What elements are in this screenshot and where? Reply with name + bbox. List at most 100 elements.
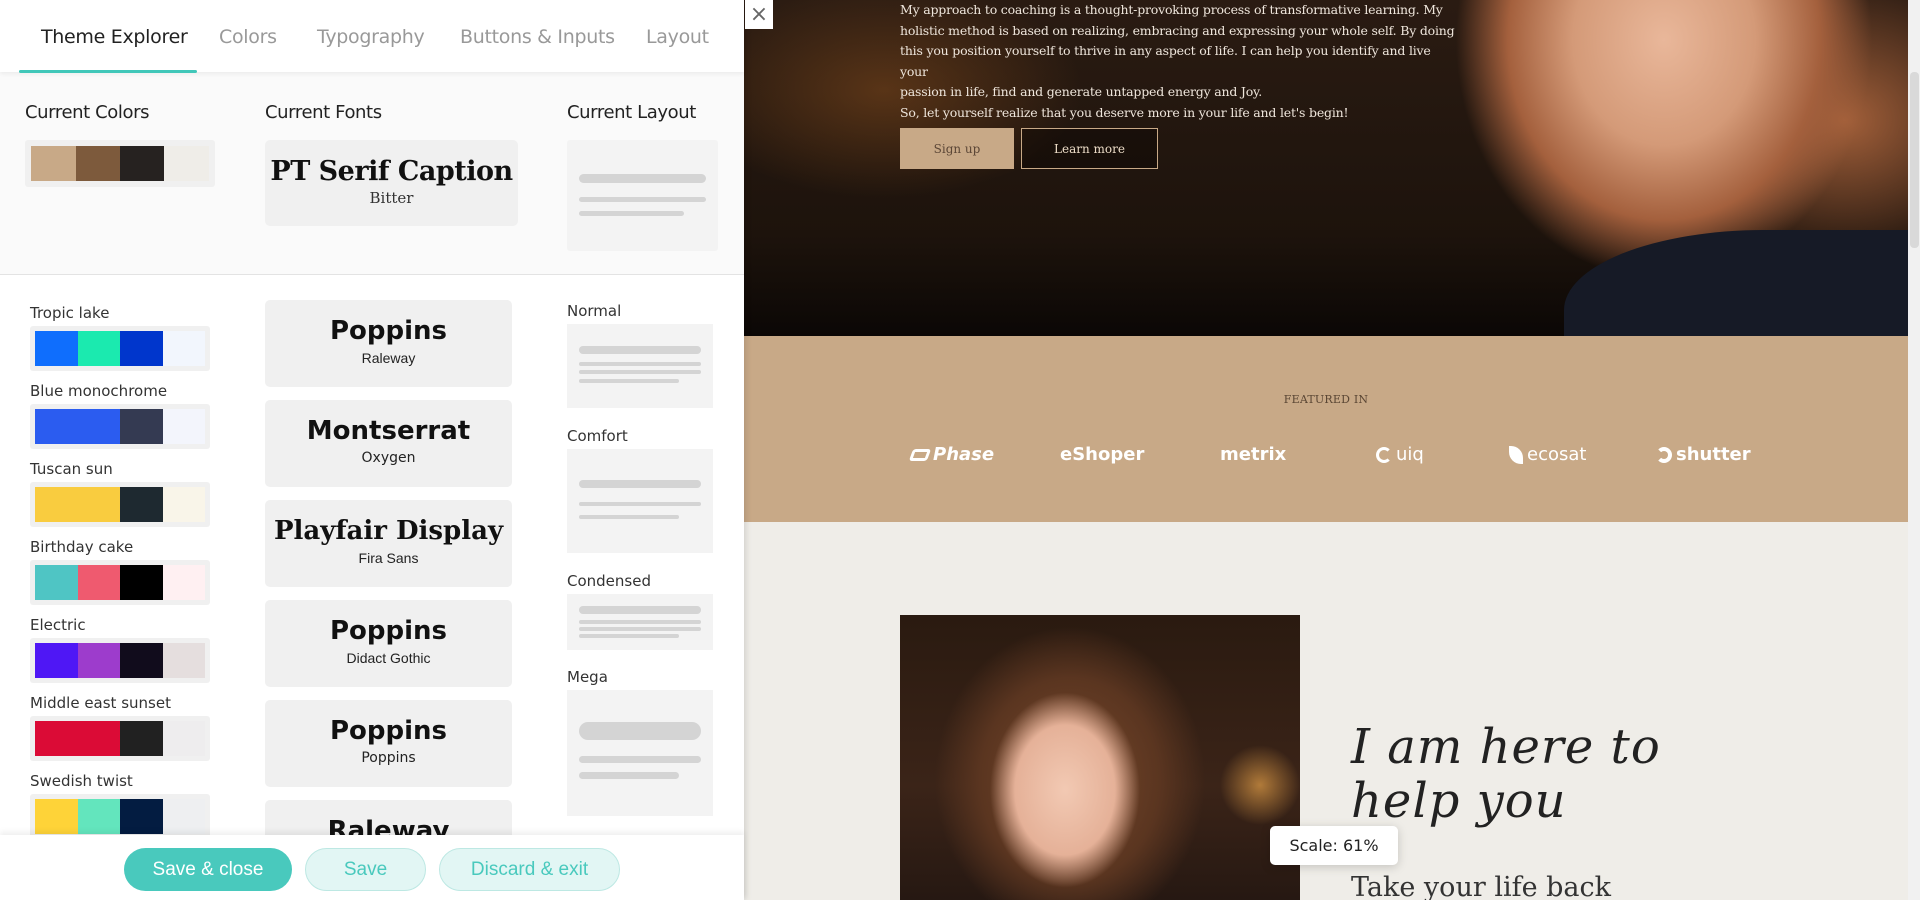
shutter-logo-icon	[1656, 446, 1672, 463]
layout-option-preview	[567, 449, 713, 553]
current-color-swatch	[164, 146, 209, 181]
color-swatch	[35, 409, 78, 444]
logo-eshoper: eShoper	[1060, 444, 1144, 465]
tab-theme-explorer[interactable]: Theme Explorer	[41, 26, 188, 48]
color-swatch	[77, 331, 120, 366]
layout-option-preview	[567, 324, 713, 408]
learn-more-button[interactable]: Learn more	[1021, 128, 1158, 169]
heading-font-name: Poppins	[329, 316, 448, 346]
font-pair-option[interactable]: Poppins Didact Gothic	[265, 600, 512, 687]
subheadline: Take your life back	[1351, 872, 1612, 900]
tab-bar: Theme Explorer Colors Typography Buttons…	[0, 0, 744, 73]
color-swatch	[35, 643, 78, 678]
theme-options-list[interactable]: Tropic lake Blue monochrome Tuscan sun Birt…	[0, 275, 744, 835]
font-pair-option[interactable]: Playfair Display Fira Sans	[265, 500, 512, 587]
scale-indicator: Scale: 61%	[1270, 826, 1398, 865]
layout-option-condensed[interactable]: Condensed	[567, 572, 713, 650]
palette-option[interactable]: Middle east sunset	[30, 692, 210, 761]
current-colors-palette[interactable]	[25, 140, 215, 187]
palette-option[interactable]: Swedish twist	[30, 770, 210, 835]
logo-phase: Phase	[908, 444, 995, 465]
body-font-name: Fira Sans	[358, 550, 419, 566]
palette-name: Blue monochrome	[30, 382, 168, 400]
palette-swatches	[30, 638, 210, 683]
logo-ecosat: ecosat	[1509, 444, 1586, 465]
color-swatch	[77, 643, 120, 678]
current-fonts-title: Current Fonts	[265, 102, 382, 123]
tab-buttons-inputs[interactable]: Buttons & Inputs	[460, 26, 615, 48]
layout-option-comfort[interactable]: Comfort	[567, 427, 713, 553]
palette-swatches	[30, 560, 210, 605]
save-button[interactable]: Save	[305, 848, 426, 891]
site-preview[interactable]: My approach to coaching is a thought-pro…	[744, 0, 1908, 900]
layout-option-label: Normal	[567, 302, 622, 320]
layout-option-label: Comfort	[567, 427, 628, 445]
color-swatch	[162, 409, 205, 444]
leaf-icon	[1509, 445, 1523, 464]
palette-swatches	[30, 404, 210, 449]
color-swatch	[120, 409, 163, 444]
hero-paragraph-line: So, let yourself realize that you deserv…	[900, 104, 1349, 120]
current-fonts-card[interactable]: PT Serif Caption Bitter	[265, 140, 518, 226]
scrollbar-thumb[interactable]	[1910, 72, 1919, 248]
palette-option[interactable]: Birthday cake	[30, 536, 210, 605]
palette-swatches	[30, 716, 210, 761]
heading-font-name: Raleway	[327, 816, 450, 835]
layout-option-normal[interactable]: Normal	[567, 302, 713, 408]
logo-metrix: metrix	[1220, 444, 1286, 465]
color-swatch	[35, 721, 78, 756]
save-and-close-button[interactable]: Save & close	[124, 848, 292, 891]
current-color-swatch	[76, 146, 120, 181]
phase-logo-icon	[908, 448, 932, 461]
palette-name: Middle east sunset	[30, 694, 171, 712]
quiq-logo-icon	[1376, 446, 1392, 463]
theme-panel: Theme Explorer Colors Typography Buttons…	[0, 0, 744, 900]
body-font-name: Oxygen	[361, 450, 416, 466]
tab-layout[interactable]: Layout	[646, 26, 709, 48]
sign-up-button[interactable]: Sign up	[900, 128, 1014, 169]
palette-swatches	[30, 482, 210, 527]
featured-in-section: FEATURED IN Phase eShoper metrix uiq eco…	[744, 336, 1908, 522]
script-headline: I am here to help you	[1351, 719, 1661, 829]
palette-option[interactable]: Blue monochrome	[30, 380, 210, 449]
body-font-name: Raleway	[361, 350, 416, 366]
palette-option[interactable]: Tuscan sun	[30, 458, 210, 527]
close-icon[interactable]: ×	[745, 0, 773, 29]
color-swatch	[162, 331, 205, 366]
font-pair-option[interactable]: Poppins Raleway	[265, 300, 512, 387]
palette-swatches	[30, 794, 210, 835]
current-theme-section: Current Colors Current Fonts PT Serif Ca…	[0, 72, 744, 275]
color-swatch	[35, 487, 78, 522]
color-swatch	[162, 721, 205, 756]
hero-paragraph: My approach to coaching is a thought-pro…	[900, 0, 1460, 123]
discard-and-exit-button[interactable]: Discard & exit	[439, 848, 620, 891]
heading-font-name: Montserrat	[306, 416, 471, 446]
palette-option[interactable]: Tropic lake	[30, 302, 210, 371]
palette-option[interactable]: Electric	[30, 614, 210, 683]
tab-colors[interactable]: Colors	[219, 26, 277, 48]
palette-name: Tropic lake	[30, 304, 110, 322]
body-font-name: Poppins	[361, 750, 416, 766]
coach-photo	[900, 615, 1300, 900]
font-pair-option[interactable]: Raleway	[265, 800, 512, 835]
color-swatch	[77, 409, 120, 444]
logo-text: Phase	[933, 444, 995, 465]
body-font-name: Didact Gothic	[346, 650, 431, 666]
hero-paragraph-line: holistic method is based on realizing, e…	[900, 22, 1455, 38]
color-swatch	[77, 565, 120, 600]
palette-swatches	[30, 326, 210, 371]
preview-scrollbar[interactable]	[1908, 0, 1920, 900]
font-pair-option[interactable]: Montserrat Oxygen	[265, 400, 512, 487]
font-pair-option[interactable]: Poppins Poppins	[265, 700, 512, 787]
color-swatch	[77, 799, 120, 834]
hero-photo	[1564, 230, 1908, 336]
featured-in-title: FEATURED IN	[1283, 393, 1369, 406]
logo-text: shutter	[1676, 444, 1751, 465]
layout-option-mega[interactable]: Mega	[567, 668, 713, 816]
palette-name: Electric	[30, 616, 86, 634]
current-layout-card[interactable]	[567, 140, 718, 251]
palette-name: Swedish twist	[30, 772, 133, 790]
color-swatch	[120, 799, 163, 834]
color-swatch	[120, 487, 163, 522]
tab-typography[interactable]: Typography	[317, 26, 425, 48]
